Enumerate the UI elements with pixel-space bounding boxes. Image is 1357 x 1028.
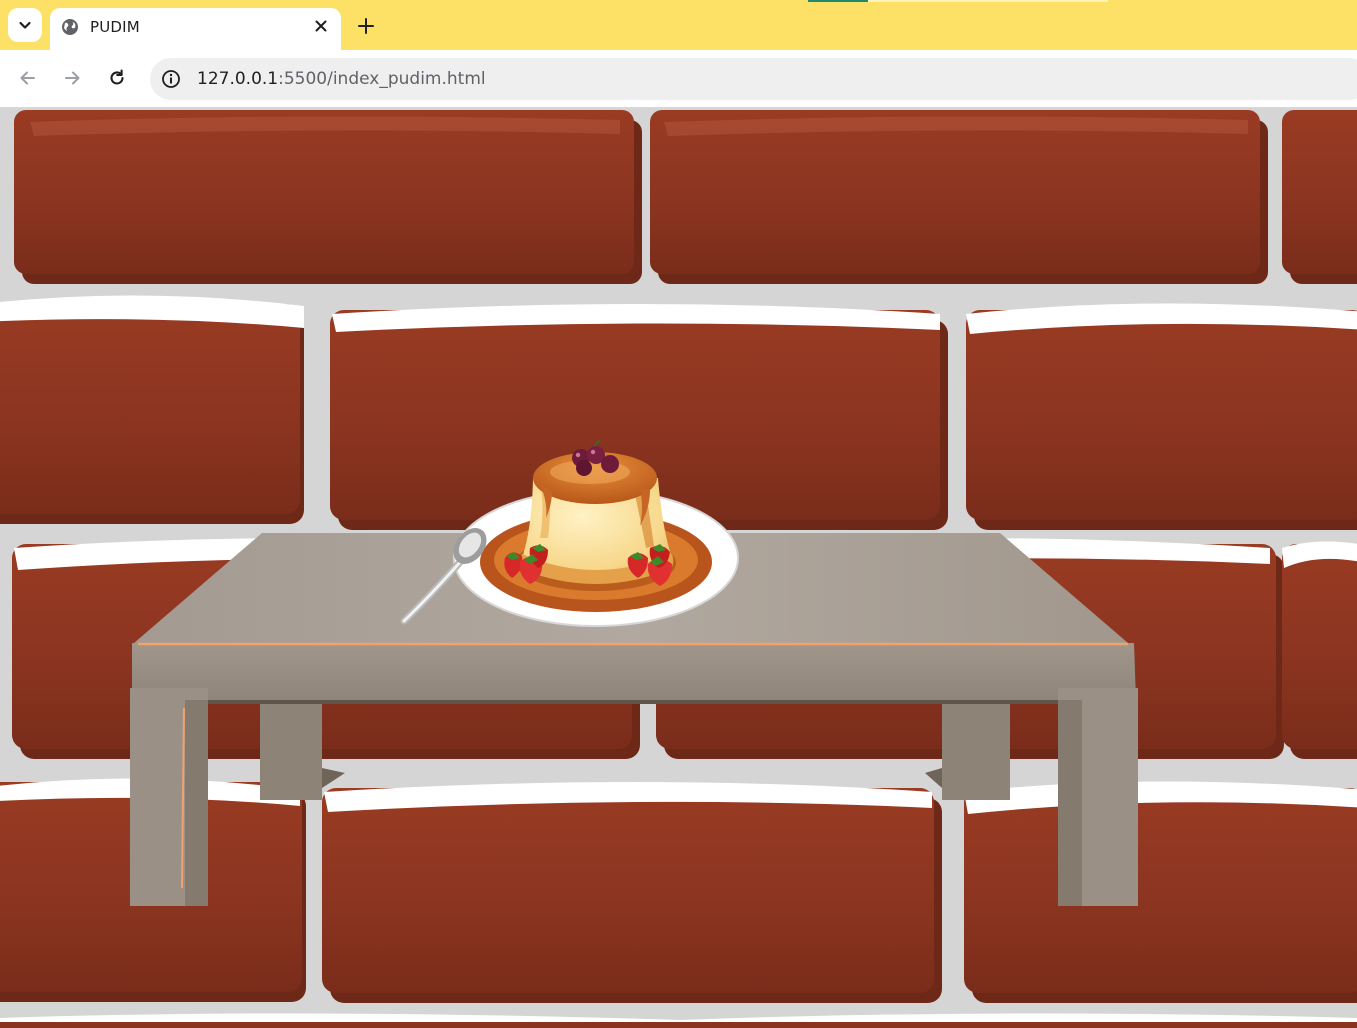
url-text: 127.0.0.1:5500/index_pudim.html bbox=[197, 69, 486, 89]
new-tab-button[interactable] bbox=[352, 12, 380, 40]
back-button[interactable] bbox=[14, 64, 42, 92]
brick bbox=[14, 110, 642, 284]
brick bbox=[322, 782, 942, 1003]
page-viewport bbox=[0, 108, 1357, 1028]
reload-button[interactable] bbox=[103, 64, 131, 92]
brick bbox=[1282, 110, 1357, 284]
brick bbox=[1282, 541, 1357, 759]
info-icon[interactable] bbox=[160, 68, 182, 90]
brick bbox=[966, 303, 1357, 530]
arrow-right-icon bbox=[65, 71, 80, 85]
arrow-left-icon bbox=[20, 71, 35, 85]
url-path: :5500/index_pudim.html bbox=[278, 69, 486, 89]
reload-icon bbox=[110, 69, 124, 85]
globe-icon bbox=[62, 19, 78, 35]
brick bbox=[650, 110, 1268, 284]
tab-strip-indicator bbox=[808, 0, 1108, 2]
brick bbox=[0, 295, 304, 524]
tab-list-button[interactable] bbox=[8, 8, 42, 42]
chevron-down-icon bbox=[19, 21, 31, 29]
url-host: 127.0.0.1 bbox=[197, 69, 279, 89]
browser-toolbar: 127.0.0.1:5500/index_pudim.html bbox=[0, 50, 1357, 108]
tab-title: PUDIM bbox=[90, 18, 140, 36]
close-icon[interactable] bbox=[311, 16, 331, 36]
pudding-scene bbox=[0, 110, 1357, 1028]
forward-button[interactable] bbox=[58, 64, 86, 92]
plus-icon bbox=[358, 18, 374, 34]
brick bbox=[964, 781, 1357, 1003]
tab-strip: PUDIM bbox=[0, 0, 1357, 50]
tab-pudim[interactable]: PUDIM bbox=[50, 8, 341, 50]
address-bar[interactable]: 127.0.0.1:5500/index_pudim.html bbox=[150, 58, 1357, 100]
